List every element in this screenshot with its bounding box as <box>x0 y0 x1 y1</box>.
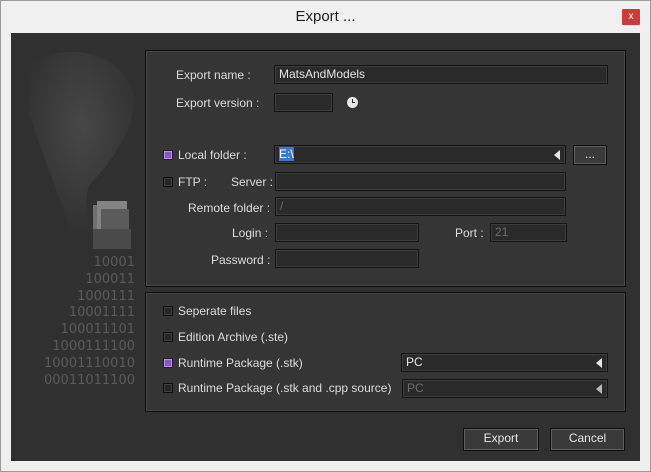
close-button[interactable]: x <box>622 9 640 25</box>
port-field[interactable]: 21 <box>490 223 567 242</box>
runtime-package-source-label: Runtime Package (.stk and .cpp source) <box>178 381 392 395</box>
edition-archive-checkbox[interactable] <box>163 332 173 342</box>
binary-line: 10001110010 <box>44 355 135 371</box>
runtime-package-label: Runtime Package (.stk) <box>178 356 303 370</box>
binary-line: 100011 <box>85 271 135 287</box>
browse-button[interactable]: ... <box>573 145 607 165</box>
port-label: Port : <box>455 226 484 240</box>
clock-icon[interactable] <box>347 97 358 108</box>
runtime-platform-select[interactable]: PC <box>401 353 608 372</box>
server-label: Server : <box>231 175 274 189</box>
login-label: Login : <box>232 226 269 240</box>
remote-folder-field[interactable]: / <box>275 197 566 216</box>
runtime-package-source-checkbox[interactable] <box>163 383 173 393</box>
runtime-package-checkbox[interactable] <box>163 358 173 368</box>
server-field[interactable] <box>275 172 566 191</box>
local-folder-label: Local folder : <box>178 148 247 162</box>
binary-line: 1000111 <box>77 288 135 304</box>
local-folder-checkbox[interactable] <box>163 150 173 160</box>
decorative-artwork: 10001 100011 1000111 10001111 100011101 … <box>11 33 151 461</box>
combo-arrow-icon[interactable] <box>596 358 602 368</box>
ftp-checkbox[interactable] <box>163 177 173 187</box>
export-version-label: Export version : <box>176 96 260 110</box>
export-name-field[interactable]: MatsAndModels <box>274 65 608 84</box>
password-field[interactable] <box>275 249 419 268</box>
separate-files-label: Seperate files <box>178 304 252 318</box>
combo-arrow-icon[interactable] <box>554 150 560 160</box>
runtime-platform-value: PC <box>406 355 423 369</box>
local-folder-combo[interactable]: E:\ <box>274 145 566 164</box>
export-dialog: Export ... x 10001 100011 1000111 100011… <box>0 0 651 472</box>
ftp-label: FTP : <box>178 175 208 189</box>
edition-archive-label: Edition Archive (.ste) <box>178 330 289 344</box>
export-version-field[interactable] <box>274 93 333 112</box>
dialog-body: 10001 100011 1000111 10001111 100011101 … <box>11 33 640 461</box>
binary-line: 1000111100 <box>52 338 135 354</box>
local-folder-value: E:\ <box>279 147 294 161</box>
runtime-source-platform-value: PC <box>407 381 424 395</box>
decorative-silhouette <box>29 51 134 249</box>
password-label: Password : <box>211 253 271 267</box>
options-group: Seperate files Edition Archive (.ste) Ru… <box>145 292 626 412</box>
window-title: Export ... <box>295 8 356 25</box>
binary-line: 100011101 <box>60 322 135 338</box>
separate-files-checkbox[interactable] <box>163 306 173 316</box>
title-bar[interactable]: Export ... x <box>1 1 650 33</box>
cancel-button[interactable]: Cancel <box>550 428 625 451</box>
binary-art: 10001 100011 1000111 10001111 100011101 … <box>11 255 135 389</box>
combo-arrow-icon[interactable] <box>596 384 602 394</box>
remote-folder-label: Remote folder : <box>188 201 271 215</box>
binary-line: 10001111 <box>68 305 135 321</box>
binary-line: 00011011100 <box>44 372 135 388</box>
export-button[interactable]: Export <box>463 428 539 451</box>
export-name-label: Export name : <box>176 68 251 82</box>
runtime-source-platform-select[interactable]: PC <box>402 379 608 398</box>
login-field[interactable] <box>275 223 419 242</box>
binary-line: 10001 <box>93 255 135 270</box>
folder-icon <box>93 201 131 249</box>
destination-group: Export name : MatsAndModels Export versi… <box>145 50 626 287</box>
